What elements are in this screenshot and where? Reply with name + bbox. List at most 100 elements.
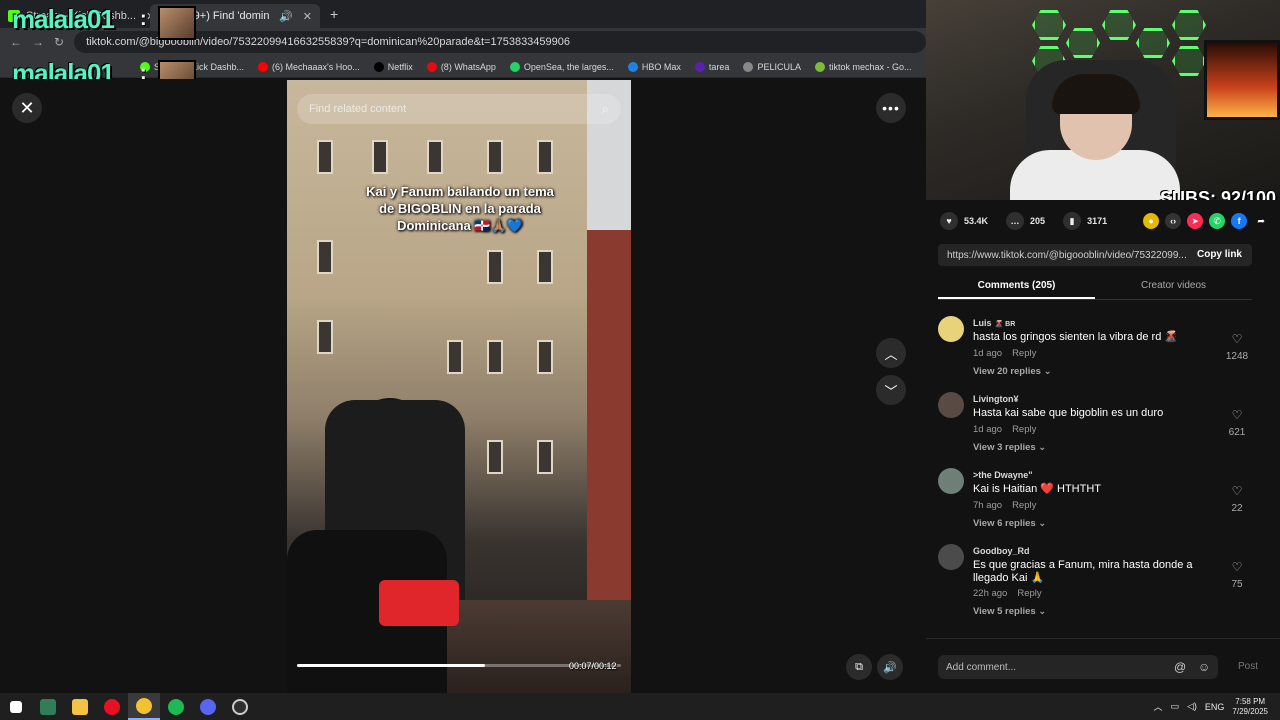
comment-username[interactable]: >the Dwayne" bbox=[973, 470, 1036, 480]
post-button[interactable]: Post bbox=[1238, 661, 1258, 672]
start-button[interactable] bbox=[0, 693, 32, 720]
avatar[interactable] bbox=[938, 316, 964, 342]
view-replies-button[interactable]: View 6 replies ⌄ bbox=[973, 518, 1046, 529]
send-icon[interactable]: ➤ bbox=[1187, 213, 1204, 229]
video-caption: Kai y Fanum bailando un tema de BIGOBLIN… bbox=[366, 184, 554, 233]
related-search-input[interactable]: Find related content ⌕ bbox=[297, 94, 621, 124]
close-tab-icon[interactable]: ✕ bbox=[303, 10, 312, 23]
tab-label: (9+) Find 'dominican parad bbox=[190, 10, 270, 22]
bookmark-label: (8) WhatsApp bbox=[440, 61, 496, 72]
avatar[interactable] bbox=[938, 544, 964, 570]
mute-icon[interactable]: 🔊 bbox=[279, 10, 293, 23]
view-replies-button[interactable]: View 5 replies ⌄ bbox=[973, 606, 1046, 617]
heart-icon[interactable]: ♥ bbox=[940, 212, 958, 230]
back-icon[interactable]: ← bbox=[10, 35, 22, 49]
comment-text: Es que gracias a Fanum, mira hasta donde… bbox=[973, 559, 1193, 584]
heart-outline-icon[interactable]: ♡ bbox=[1220, 408, 1254, 422]
bookmark-icon[interactable]: ▮ bbox=[1063, 212, 1082, 230]
taskbar-app[interactable] bbox=[96, 693, 128, 720]
comment-icon[interactable]: … bbox=[1006, 212, 1025, 230]
comment-meta: 1d ago Reply bbox=[973, 424, 1036, 435]
comment-like-count: 621 bbox=[1228, 427, 1246, 438]
view-replies-button[interactable]: View 3 replies ⌄ bbox=[973, 442, 1046, 453]
facebook-icon[interactable]: f bbox=[1231, 213, 1248, 229]
more-options-button[interactable]: ••• bbox=[876, 93, 906, 123]
tab-creator-videos[interactable]: Creator videos bbox=[1095, 276, 1252, 299]
share-icon[interactable]: ➦ bbox=[1253, 213, 1269, 229]
tab-comments[interactable]: Comments (205) bbox=[938, 276, 1095, 299]
bookmark-item[interactable]: (6) Mechaaax's Hoo... bbox=[258, 61, 360, 72]
forward-icon[interactable]: → bbox=[32, 35, 44, 49]
bookmark-item[interactable]: OpenSea, the larges... bbox=[509, 61, 614, 72]
avatar[interactable] bbox=[938, 392, 964, 418]
bookmark-item[interactable]: PELICULA bbox=[743, 61, 801, 72]
taskbar-app[interactable] bbox=[128, 693, 160, 720]
language-indicator[interactable]: ENG bbox=[1205, 702, 1225, 712]
reply-button[interactable]: Reply bbox=[1017, 588, 1041, 599]
video-link-box[interactable]: https://www.tiktok.com/@bigoooblin/video… bbox=[938, 244, 1252, 266]
heart-outline-icon[interactable]: ♡ bbox=[1220, 484, 1254, 498]
reply-button[interactable]: Reply bbox=[1012, 348, 1036, 359]
comment-like[interactable]: ♡ 1248 bbox=[1220, 332, 1254, 364]
video-window bbox=[372, 140, 388, 174]
mention-icon[interactable]: @ bbox=[1174, 660, 1186, 674]
heart-outline-icon[interactable]: ♡ bbox=[1220, 560, 1254, 574]
whatsapp-icon bbox=[509, 61, 520, 72]
video-red-phone bbox=[379, 580, 459, 626]
bookmark-item[interactable]: (8) WhatsApp bbox=[426, 61, 496, 72]
new-tab-button[interactable]: + bbox=[320, 6, 348, 22]
bookmark-item[interactable]: HBO Max bbox=[627, 61, 681, 72]
previous-video-button[interactable]: ︿ bbox=[876, 338, 906, 368]
comment-like[interactable]: ♡ 22 bbox=[1220, 484, 1254, 516]
taskbar-app[interactable] bbox=[192, 693, 224, 720]
taskbar-app[interactable] bbox=[32, 693, 64, 720]
hex-light bbox=[1172, 46, 1206, 76]
comment-like-count: 75 bbox=[1231, 579, 1243, 590]
view-replies-button[interactable]: View 20 replies ⌄ bbox=[973, 366, 1052, 377]
url-field[interactable]: tiktok.com/@bigoooblin/video/75322099416… bbox=[74, 31, 926, 53]
bookmark-item[interactable]: tarea bbox=[694, 61, 729, 72]
add-comment-input[interactable]: Add comment... @ ☺ bbox=[938, 655, 1218, 679]
network-icon[interactable]: ▭ bbox=[1170, 701, 1179, 712]
copy-link-button[interactable]: Copy link bbox=[1197, 249, 1242, 260]
next-video-button[interactable]: ﹀ bbox=[876, 375, 906, 405]
whatsapp-icon[interactable]: ✆ bbox=[1209, 213, 1226, 229]
saves-count: 3171 bbox=[1087, 216, 1108, 226]
screen: Stream - Kick Dashb... ✕ (9+) Find 'domi… bbox=[0, 0, 1280, 720]
comment-like[interactable]: ♡ 75 bbox=[1220, 560, 1254, 592]
bookmark-label: OpenSea, the larges... bbox=[523, 61, 614, 72]
comment-username[interactable]: Goodboy_Rd bbox=[973, 546, 1033, 556]
comment-like[interactable]: ♡ 621 bbox=[1220, 408, 1254, 440]
comment-username[interactable]: Luis 🌋 BR bbox=[973, 318, 1015, 328]
avatar[interactable] bbox=[938, 468, 964, 494]
comment-item: >the Dwayne" Kai is Haitian ❤️ HTHTHT 7h a… bbox=[938, 464, 1268, 540]
close-button[interactable]: ✕ bbox=[12, 93, 42, 123]
taskbar-app[interactable] bbox=[224, 693, 256, 720]
video-window bbox=[487, 250, 503, 284]
comment-username[interactable]: Livington¥ bbox=[973, 394, 1022, 404]
heart-outline-icon[interactable]: ♡ bbox=[1220, 332, 1254, 346]
volume-button[interactable]: 🔊 bbox=[877, 654, 903, 680]
video-player[interactable] bbox=[287, 80, 631, 693]
bookmark-item[interactable]: tiktok mechax - Go... bbox=[814, 61, 912, 72]
comment-like-count: 1248 bbox=[1225, 351, 1249, 362]
floating-player-button[interactable]: ⧉ bbox=[846, 654, 872, 680]
taskbar-app[interactable] bbox=[160, 693, 192, 720]
video-window bbox=[487, 440, 503, 474]
bookmark-label: (6) Mechaaax's Hoo... bbox=[272, 61, 360, 72]
reload-icon[interactable]: ↻ bbox=[54, 35, 64, 49]
tray-chevron-icon[interactable]: ︿ bbox=[1153, 700, 1162, 713]
emoji-icon[interactable]: ☺ bbox=[1198, 660, 1210, 674]
search-icon[interactable]: ⌕ bbox=[602, 101, 609, 117]
reply-button[interactable]: Reply bbox=[1012, 500, 1036, 511]
reply-button[interactable]: Reply bbox=[1012, 424, 1036, 435]
engagement-stats: ♥ 53.4K … 205 ▮ 3171 ● ‹› ➤ ✆ f ➦ bbox=[940, 212, 1269, 230]
taskbar-app[interactable] bbox=[64, 693, 96, 720]
bookmark-item[interactable]: Netflix bbox=[373, 61, 413, 72]
opera-icon bbox=[104, 698, 120, 715]
embed-icon[interactable]: ‹› bbox=[1165, 213, 1182, 229]
coin-icon[interactable]: ● bbox=[1143, 213, 1160, 229]
clock[interactable]: 7:58 PM 7/29/2025 bbox=[1232, 697, 1268, 717]
video-window bbox=[537, 340, 553, 374]
speaker-icon[interactable]: ◁) bbox=[1187, 701, 1197, 712]
